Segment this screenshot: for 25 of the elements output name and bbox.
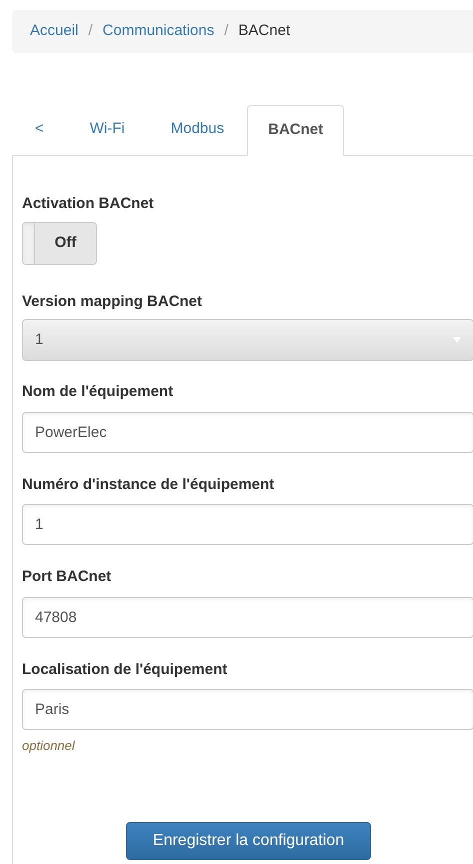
help-text: optionnel (22, 737, 75, 755)
breadcrumb-current: BACnet (238, 21, 290, 42)
input-field[interactable]: 1 (22, 504, 473, 545)
input-field[interactable]: 47808 (22, 596, 473, 638)
field-label: Numéro d'instance de l'équipement (22, 474, 276, 494)
breadcrumb-link[interactable]: Accueil (30, 20, 78, 43)
input-field[interactable]: PowerElec (22, 412, 473, 452)
field-label: Port BACnet (22, 567, 112, 587)
field-label: Nom de l'équipement (22, 382, 174, 402)
field-label: Activation BACnet (22, 194, 155, 214)
breadcrumb-separator: / (88, 21, 93, 42)
tab[interactable]: BACnet (247, 105, 344, 156)
tab[interactable]: Wi-Fi (66, 104, 148, 155)
breadcrumb-separator: / (224, 21, 228, 42)
field-label: Localisation de l'équipement (22, 660, 228, 680)
tab[interactable]: < (12, 104, 67, 155)
select-field[interactable]: 1 (22, 319, 473, 361)
toggle-handle (23, 222, 35, 264)
tab[interactable]: Modbus (148, 104, 248, 155)
field-label: Version mapping BACnet (22, 292, 204, 312)
breadcrumb-link[interactable]: Communications (102, 20, 214, 43)
caret-down-icon (453, 337, 461, 343)
input-field[interactable]: Paris (22, 689, 473, 730)
toggle-switch[interactable]: Off (22, 222, 97, 264)
save-button[interactable]: Enregistrer la configuration (126, 822, 371, 860)
